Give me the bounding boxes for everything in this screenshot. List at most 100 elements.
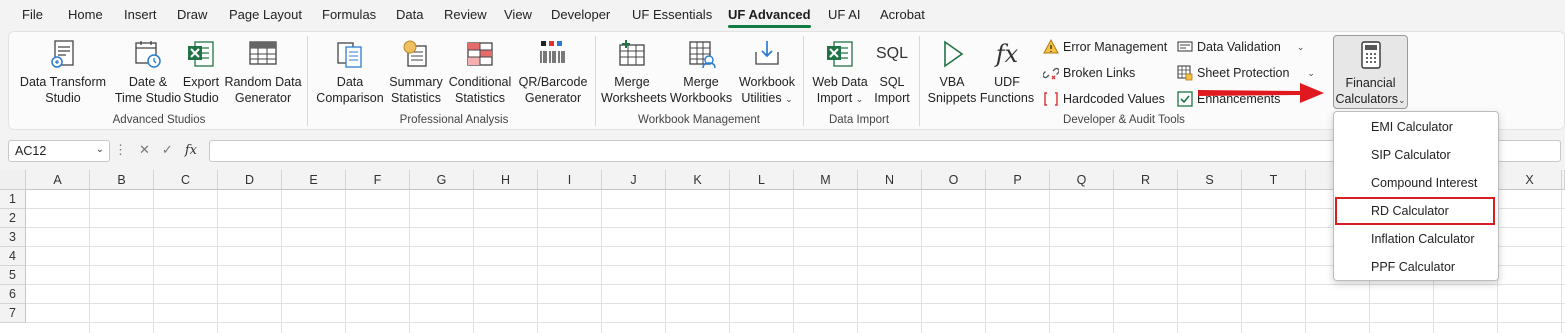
merge-worksheets-button[interactable]: Merge Worksheets [601, 38, 667, 106]
row-header[interactable]: 6 [0, 285, 26, 304]
tab-developer[interactable]: Developer [551, 7, 610, 22]
menu-bar: File Home Insert Draw Page Layout Formul… [0, 0, 1565, 30]
ribbon-separator [595, 36, 596, 126]
group-label-data-import: Data Import [828, 114, 890, 126]
download-tray-icon [755, 41, 779, 65]
menu-item-inflation-calculator[interactable]: Inflation Calculator [1334, 225, 1498, 253]
column-header[interactable]: X [1498, 170, 1562, 190]
web-data-import-button[interactable]: Web Data Import ⌄ [809, 38, 871, 107]
select-all-corner[interactable] [0, 170, 26, 190]
menu-item-rd-calculator[interactable]: RD Calculator [1335, 197, 1495, 225]
more-options-icon[interactable]: ⋮ [114, 142, 127, 158]
tab-view[interactable]: View [504, 7, 532, 22]
tab-acrobat[interactable]: Acrobat [880, 7, 925, 22]
merge-worksheets-icon [619, 40, 645, 66]
column-header[interactable]: J [602, 170, 666, 190]
menu-item-compound-interest[interactable]: Compound Interest [1334, 169, 1498, 197]
calendar-clock-icon [135, 41, 161, 68]
tab-insert[interactable]: Insert [124, 7, 157, 22]
vba-snippets-button[interactable]: VBA Snippets [927, 38, 977, 106]
data-comparison-button[interactable]: Data Comparison [315, 38, 385, 106]
column-header[interactable]: E [282, 170, 346, 190]
name-box[interactable]: AC12 ⌄ [8, 140, 110, 162]
group-label-workbook-management: Workbook Management [638, 114, 760, 126]
tab-uf-advanced[interactable]: UF Advanced [728, 7, 811, 28]
column-header[interactable]: H [474, 170, 538, 190]
financial-calculators-button[interactable]: Financial Calculators⌄ [1333, 35, 1408, 109]
data-transform-icon [51, 40, 74, 68]
hardcoded-values-button[interactable]: Hardcoded Values [1043, 90, 1165, 108]
tab-home[interactable]: Home [68, 7, 103, 22]
tab-data[interactable]: Data [396, 7, 423, 22]
tab-formulas[interactable]: Formulas [322, 7, 376, 22]
excel-web-icon [827, 41, 853, 67]
menu-item-sip-calculator[interactable]: SIP Calculator [1334, 141, 1498, 169]
function-icon: fx [995, 40, 1019, 68]
brackets-icon [1044, 92, 1058, 106]
menu-item-ppf-calculator[interactable]: PPF Calculator [1334, 253, 1498, 281]
column-header[interactable]: N [858, 170, 922, 190]
cancel-icon[interactable]: ✕ [139, 142, 150, 158]
qr-barcode-generator-button[interactable]: QR/Barcode Generator [514, 38, 592, 106]
row-header[interactable]: 4 [0, 247, 26, 266]
summary-statistics-icon [403, 40, 427, 67]
checkbox-icon [1177, 91, 1193, 107]
column-header[interactable]: T [1242, 170, 1306, 190]
tab-draw[interactable]: Draw [177, 7, 207, 22]
data-transform-studio-button[interactable]: Data Transform Studio [17, 38, 109, 106]
tab-review[interactable]: Review [444, 7, 487, 22]
data-validation-button[interactable]: Data Validation ⌄ [1177, 38, 1304, 56]
column-header[interactable]: C [154, 170, 218, 190]
chevron-down-icon: ⌄ [785, 94, 793, 104]
column-header[interactable]: K [666, 170, 730, 190]
column-header[interactable]: S [1178, 170, 1242, 190]
date-time-studio-button[interactable]: Date & Time Studio [113, 38, 183, 106]
row-header[interactable]: 3 [0, 228, 26, 247]
tab-uf-ai[interactable]: UF AI [828, 7, 861, 22]
table-generator-icon [249, 41, 277, 65]
summary-statistics-button[interactable]: Summary Statistics [387, 38, 445, 106]
column-header[interactable]: I [538, 170, 602, 190]
workbook-utilities-button[interactable]: Workbook Utilities ⌄ [735, 38, 799, 107]
random-data-generator-button[interactable]: Random Data Generator [223, 38, 303, 106]
chevron-down-icon: ⌄ [855, 94, 864, 104]
sql-import-button[interactable]: SQL SQL Import [871, 38, 913, 106]
column-header[interactable]: G [410, 170, 474, 190]
tab-uf-essentials[interactable]: UF Essentials [632, 7, 712, 22]
column-header[interactable]: P [986, 170, 1050, 190]
ribbon-separator [919, 36, 920, 126]
column-header[interactable]: L [730, 170, 794, 190]
row-header[interactable]: 5 [0, 266, 26, 285]
column-header[interactable]: B [90, 170, 154, 190]
tab-page-layout[interactable]: Page Layout [229, 7, 302, 22]
export-studio-button[interactable]: Export Studio [181, 38, 221, 106]
error-management-button[interactable]: Error Management [1043, 38, 1167, 56]
play-icon [944, 40, 964, 68]
conditional-statistics-button[interactable]: Conditional Statistics [447, 38, 513, 106]
sql-icon: SQL [876, 45, 909, 62]
udf-functions-button[interactable]: fx UDF Functions [979, 38, 1035, 106]
row-header[interactable]: 2 [0, 209, 26, 228]
financial-calculators-menu: EMI Calculator SIP Calculator Compound I… [1333, 111, 1499, 281]
chevron-down-icon[interactable]: ⌄ [96, 144, 104, 155]
column-header[interactable]: Q [1050, 170, 1114, 190]
column-header[interactable]: D [218, 170, 282, 190]
column-header[interactable]: R [1114, 170, 1178, 190]
data-validation-icon [1177, 41, 1193, 52]
row-header[interactable]: 7 [0, 304, 26, 323]
insert-function-icon[interactable]: fx [185, 143, 197, 158]
confirm-icon[interactable]: ✓ [162, 142, 173, 158]
tab-file[interactable]: File [22, 7, 43, 22]
column-header[interactable]: F [346, 170, 410, 190]
group-label-developer-audit: Developer & Audit Tools [1063, 114, 1185, 126]
column-header[interactable]: M [794, 170, 858, 190]
broken-links-button[interactable]: Broken Links [1043, 64, 1135, 82]
row-header[interactable]: 1 [0, 190, 26, 209]
menu-item-emi-calculator[interactable]: EMI Calculator [1334, 113, 1498, 141]
chevron-down-icon: ⌄ [1307, 67, 1315, 78]
merge-workbooks-button[interactable]: Merge Workbooks [669, 38, 733, 106]
merge-workbooks-icon [689, 41, 716, 69]
column-header[interactable]: O [922, 170, 986, 190]
group-label-advanced-studios: Advanced Studios [112, 114, 206, 126]
column-header[interactable]: A [26, 170, 90, 190]
